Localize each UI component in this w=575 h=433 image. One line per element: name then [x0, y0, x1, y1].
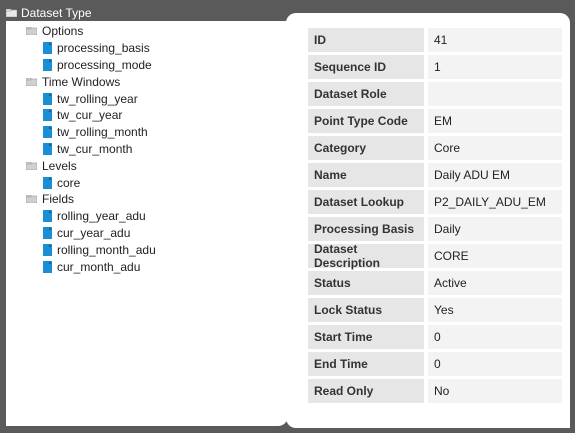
detail-label: Dataset Description: [308, 242, 424, 270]
detail-row: Processing Basis Daily: [308, 217, 562, 241]
detail-label: Dataset Role: [308, 82, 424, 106]
tree-item[interactable]: tw_cur_year: [6, 107, 288, 124]
details-panel: ID 41 Sequence ID 1 Dataset Role Point Type C…: [286, 13, 570, 428]
detail-value: Yes: [428, 298, 562, 322]
tree-item-label: rolling_year_adu: [57, 209, 146, 224]
detail-value: 0: [428, 325, 562, 349]
detail-value: 0: [428, 352, 562, 376]
tree-item[interactable]: core: [6, 174, 288, 191]
tree-item-label: cur_month_adu: [57, 259, 141, 274]
detail-row: Status Active: [308, 271, 562, 295]
detail-value: 1: [428, 55, 562, 79]
detail-value: EM: [428, 109, 562, 133]
tree-root-label: Dataset Type: [21, 6, 92, 20]
detail-value: CORE: [428, 244, 562, 268]
detail-label: End Time: [308, 352, 424, 376]
document-icon: [43, 109, 52, 122]
document-icon: [43, 126, 52, 139]
document-icon: [43, 42, 52, 55]
tree-group-label: Time Windows: [42, 74, 121, 89]
tree-item[interactable]: rolling_year_adu: [6, 208, 288, 225]
detail-value: No: [428, 379, 562, 403]
detail-row: Category Core: [308, 136, 562, 160]
dataset-tree: Options processing_basis processing_mode Ti…: [6, 21, 288, 275]
document-icon: [43, 176, 52, 189]
detail-label: Processing Basis: [308, 217, 424, 241]
tree-group-label: Fields: [42, 192, 75, 207]
detail-row: Start Time 0: [308, 325, 562, 349]
detail-label: Name: [308, 163, 424, 187]
folder-icon: [26, 195, 37, 204]
tree-item-label: tw_cur_year: [57, 108, 123, 123]
detail-label: Dataset Lookup: [308, 190, 424, 214]
folder-icon: [6, 9, 17, 17]
tree-item[interactable]: processing_mode: [6, 57, 288, 74]
details-table: ID 41 Sequence ID 1 Dataset Role Point Type C…: [308, 28, 562, 406]
detail-label: Lock Status: [308, 298, 424, 322]
tree-item-label: rolling_month_adu: [57, 242, 156, 257]
tree-item-label: tw_rolling_year: [57, 91, 138, 106]
folder-icon: [26, 77, 37, 86]
tree-group[interactable]: Levels: [6, 157, 288, 174]
detail-label: Read Only: [308, 379, 424, 403]
detail-label: Sequence ID: [308, 55, 424, 79]
tree-item-label: processing_mode: [57, 57, 152, 72]
tree-item[interactable]: cur_month_adu: [6, 258, 288, 275]
document-icon: [43, 226, 52, 239]
tree-item[interactable]: tw_rolling_year: [6, 90, 288, 107]
detail-row: Dataset Description CORE: [308, 242, 562, 270]
detail-row: End Time 0: [308, 352, 562, 376]
detail-label: Status: [308, 271, 424, 295]
tree-group-label: Levels: [42, 158, 77, 173]
detail-value: 41: [428, 28, 562, 52]
detail-row: Read Only No: [308, 379, 562, 403]
tree-root[interactable]: Dataset Type: [6, 6, 92, 20]
detail-value: Daily: [428, 217, 562, 241]
tree-panel: Options processing_basis processing_mode Ti…: [6, 21, 288, 426]
tree-item[interactable]: tw_rolling_month: [6, 124, 288, 141]
document-icon: [43, 58, 52, 71]
tree-item-label: tw_cur_month: [57, 141, 133, 156]
tree-group[interactable]: Options: [6, 23, 288, 40]
document-icon: [43, 142, 52, 155]
detail-row: ID 41: [308, 28, 562, 52]
tree-group[interactable]: Time Windows: [6, 73, 288, 90]
detail-value: Core: [428, 136, 562, 160]
tree-item-label: processing_basis: [57, 41, 150, 56]
tree-item-label: cur_year_adu: [57, 225, 131, 240]
detail-label: ID: [308, 28, 424, 52]
document-icon: [43, 92, 52, 105]
tree-item-label: tw_rolling_month: [57, 125, 148, 140]
document-icon: [43, 260, 52, 273]
tree-group[interactable]: Fields: [6, 191, 288, 208]
detail-row: Dataset Lookup P2_DAILY_ADU_EM: [308, 190, 562, 214]
tree-item[interactable]: processing_basis: [6, 40, 288, 57]
document-icon: [43, 243, 52, 256]
detail-row: Dataset Role: [308, 82, 562, 106]
detail-label: Start Time: [308, 325, 424, 349]
detail-row: Lock Status Yes: [308, 298, 562, 322]
detail-row: Sequence ID 1: [308, 55, 562, 79]
detail-row: Name Daily ADU EM: [308, 163, 562, 187]
detail-label: Point Type Code: [308, 109, 424, 133]
tree-item[interactable]: rolling_month_adu: [6, 241, 288, 258]
folder-icon: [26, 27, 37, 36]
detail-label: Category: [308, 136, 424, 160]
tree-item-label: core: [57, 175, 81, 190]
document-icon: [43, 210, 52, 223]
detail-value: P2_DAILY_ADU_EM: [428, 190, 562, 214]
tree-item[interactable]: cur_year_adu: [6, 225, 288, 242]
detail-value: Active: [428, 271, 562, 295]
tree-group-label: Options: [42, 24, 84, 39]
detail-value: Daily ADU EM: [428, 163, 562, 187]
detail-row: Point Type Code EM: [308, 109, 562, 133]
tree-item[interactable]: tw_cur_month: [6, 141, 288, 158]
folder-icon: [26, 161, 37, 170]
detail-value: [428, 82, 562, 106]
